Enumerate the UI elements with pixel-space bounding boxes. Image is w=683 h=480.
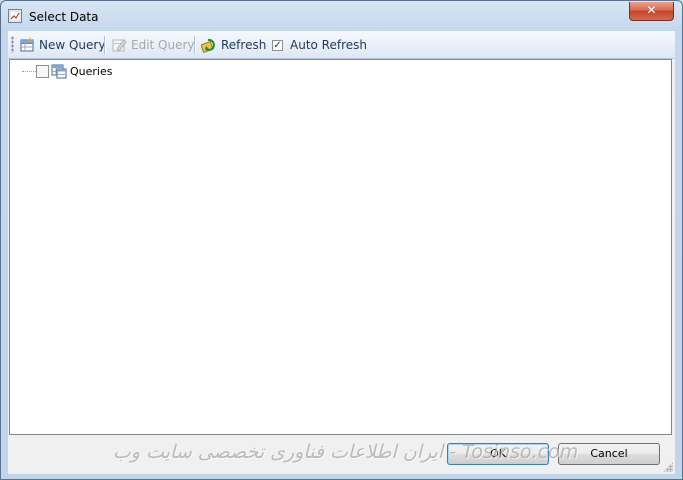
- close-icon: ✕: [646, 3, 657, 17]
- refresh-button[interactable]: Refresh: [200, 36, 267, 54]
- new-query-button[interactable]: New Query: [19, 36, 105, 54]
- dialog-client-area: New Query Edit Query Refresh ✓ Auto Refr…: [8, 31, 675, 474]
- tree-node-checkbox[interactable]: [36, 64, 49, 78]
- edit-query-icon: [111, 37, 127, 53]
- queries-table-icon: [51, 63, 67, 79]
- tree-node-queries[interactable]: Queries: [22, 63, 112, 79]
- auto-refresh-check-icon[interactable]: ✓: [272, 39, 283, 51]
- auto-refresh-label: Auto Refresh: [290, 38, 367, 52]
- tree-node-label: Queries: [70, 64, 113, 78]
- watermark-text: ایران اطلاعات فناوری تخصصی سایت وب - Tos…: [113, 441, 579, 463]
- resize-grip-handle[interactable]: [663, 462, 673, 472]
- select-data-window: Select Data ✕ New Query Edit Query Refre…: [0, 0, 683, 480]
- auto-refresh-checkbox[interactable]: ✓ Auto Refresh: [272, 36, 367, 54]
- refresh-icon: [200, 37, 217, 54]
- refresh-label: Refresh: [221, 38, 267, 52]
- cancel-button-label: Cancel: [590, 447, 628, 460]
- toolbar-separator: [104, 36, 105, 54]
- title-bar[interactable]: Select Data ✕: [1, 1, 682, 31]
- edit-query-button[interactable]: Edit Query: [111, 36, 195, 54]
- queries-tree-view[interactable]: Queries: [9, 59, 672, 435]
- toolbar-separator: [194, 36, 195, 54]
- close-button[interactable]: ✕: [629, 2, 674, 21]
- toolbar-grip-handle[interactable]: [11, 36, 14, 53]
- new-query-icon: [19, 37, 35, 53]
- edit-query-label: Edit Query: [131, 38, 195, 52]
- toolbar: New Query Edit Query Refresh ✓ Auto Refr…: [8, 31, 675, 59]
- select-data-app-icon: [8, 9, 22, 23]
- new-query-label: New Query: [39, 38, 106, 52]
- tree-connector-line: [22, 70, 36, 72]
- window-title: Select Data: [29, 10, 99, 24]
